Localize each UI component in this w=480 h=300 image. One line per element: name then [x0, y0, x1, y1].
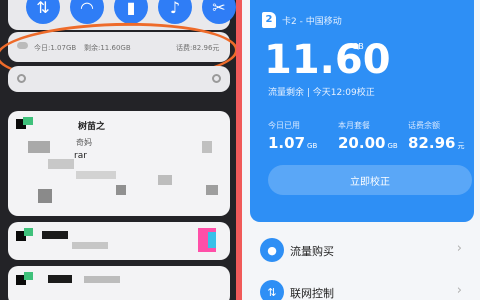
data-usage-app: 2 卡2 - 中国移动 11.60 GB 流量剩余 | 今天12:09校正 今日… — [242, 0, 480, 300]
chevron-right-icon: › — [456, 241, 462, 256]
notification-title: 树苗之 — [78, 122, 106, 132]
remaining-unit: GB — [352, 42, 364, 51]
screenshot-icon[interactable]: ✂ — [202, 0, 236, 24]
updown-arrows-icon: ⇅ — [260, 280, 284, 300]
notification-line: 奇妈 — [76, 138, 92, 147]
notification-line: rar — [74, 151, 87, 161]
notification-card[interactable] — [8, 222, 230, 260]
notification-shade: ⇅ ◠ ▮ ♪ ✂ 今日:1.07GB 剩余:11.60GB 话费:82.96元… — [0, 0, 236, 300]
remaining-caption: 流量剩余 | 今天12:09校正 — [268, 88, 375, 98]
droplet-icon: ● — [260, 238, 284, 262]
chevron-right-icon: › — [456, 283, 462, 298]
wifi-icon[interactable]: ◠ — [70, 0, 104, 24]
stat-balance: 话费余额 82.96 元 — [408, 121, 465, 152]
menu-item-network-control[interactable]: ⇅ 联网控制 › — [250, 272, 474, 300]
brightness-low-icon — [17, 74, 26, 83]
sim-card-icon: 2 — [262, 12, 276, 28]
stat-today-used: 今日已用 1.07 GB — [268, 121, 318, 152]
brightness-slider[interactable] — [8, 66, 230, 92]
bell-icon[interactable]: ♪ — [158, 0, 192, 24]
data-toggle-icon[interactable]: ⇅ — [26, 0, 60, 24]
usage-summary-card: 2 卡2 - 中国移动 11.60 GB 流量剩余 | 今天12:09校正 今日… — [250, 0, 474, 222]
stat-monthly-plan: 本月套餐 20.00 GB — [338, 121, 398, 152]
brightness-high-icon — [212, 74, 221, 83]
notification-card[interactable] — [8, 266, 230, 300]
carrier-label: 卡2 - 中国移动 — [282, 17, 342, 27]
notification-card[interactable]: 树苗之 奇妈 rar — [8, 111, 230, 216]
calibrate-button[interactable]: 立即校正 — [268, 165, 472, 195]
flashlight-icon[interactable]: ▮ — [114, 0, 148, 24]
remaining-value: 11.60 — [264, 37, 391, 83]
menu-item-buy-data[interactable]: ● 流量购买 › — [250, 230, 474, 270]
